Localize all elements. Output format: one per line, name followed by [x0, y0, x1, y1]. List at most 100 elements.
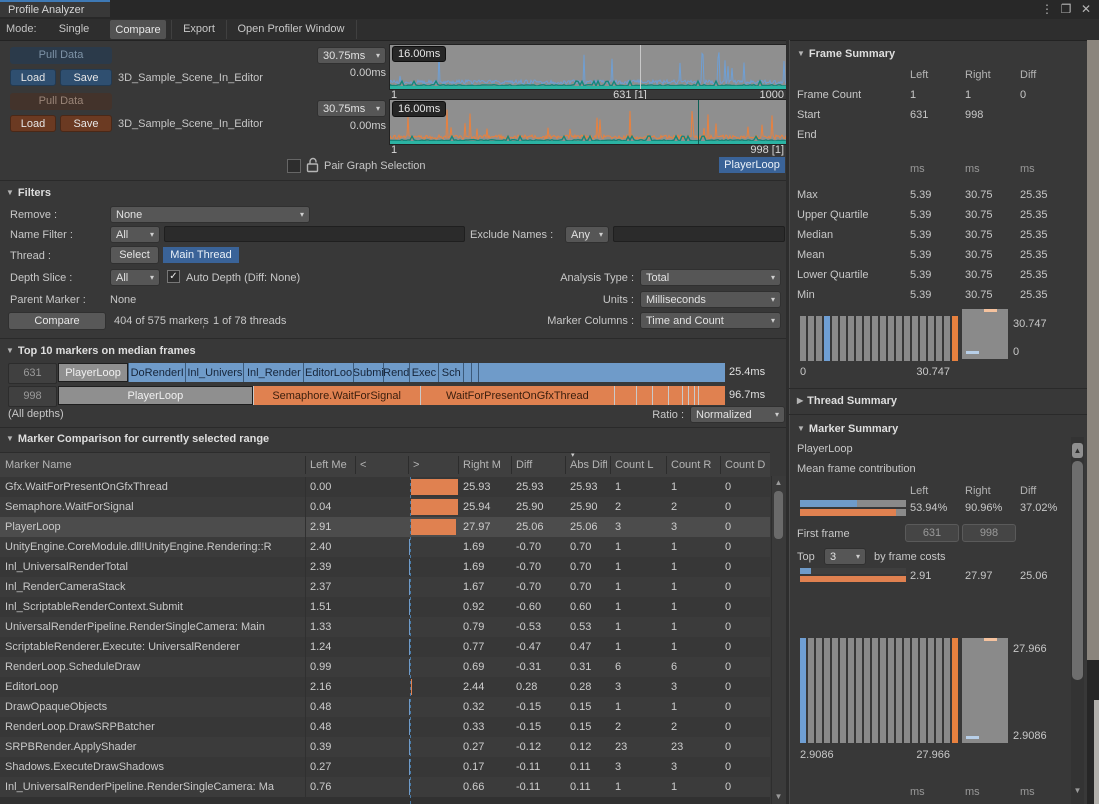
histogram-bucket[interactable] — [808, 316, 814, 361]
marker-comparison-header[interactable]: ▼Marker Comparison for currently selecte… — [6, 433, 269, 445]
column-header-count-r[interactable]: Count R — [671, 459, 717, 471]
mode-single-button[interactable]: Single — [44, 23, 104, 35]
column-header-count-d[interactable]: Count D — [725, 459, 767, 471]
histogram-bucket[interactable] — [840, 316, 846, 361]
histogram-bucket[interactable] — [920, 638, 926, 743]
column-header-diff[interactable]: Diff — [516, 459, 562, 471]
frame-time-graph-left[interactable] — [389, 44, 787, 90]
table-row[interactable]: Gfx.WaitForPresentOnGfxThread0.0025.9325… — [0, 477, 770, 497]
histogram-bucket[interactable] — [816, 316, 822, 361]
table-row[interactable]: RenderLoop.ScheduleDraw0.990.69-0.310.31… — [0, 657, 770, 677]
histogram-bucket[interactable] — [848, 638, 854, 743]
histogram-bucket[interactable] — [816, 638, 822, 743]
open-profiler-button[interactable]: Open Profiler Window — [230, 23, 352, 35]
top10-segment[interactable]: PlayerLoop — [58, 363, 128, 382]
pull-data-left-button[interactable]: Pull Data — [10, 47, 112, 64]
histogram-bucket[interactable] — [912, 316, 918, 361]
load-right-button[interactable]: Load — [10, 115, 56, 132]
table-row[interactable]: Semaphore.WaitForSignal0.0425.9425.9025.… — [0, 497, 770, 517]
top10-segment-unlabeled[interactable] — [668, 386, 683, 405]
histogram-bucket[interactable] — [952, 316, 958, 361]
histogram-bucket[interactable] — [832, 316, 838, 361]
histogram-bucket[interactable] — [936, 638, 942, 743]
table-row[interactable]: RenderLoop.DrawSRPBatcher0.480.33-0.150.… — [0, 717, 770, 737]
top-n-dropdown[interactable]: 3▾ — [824, 548, 866, 565]
save-right-button[interactable]: Save — [60, 115, 112, 132]
top10-header[interactable]: ▼Top 10 markers on median frames — [6, 345, 196, 357]
frame-summary-header[interactable]: ▼Frame Summary — [797, 48, 895, 60]
table-row[interactable]: Inl_UniversalRenderTotal2.391.69-0.700.7… — [0, 557, 770, 577]
top10-segment[interactable]: Rend — [383, 363, 409, 382]
histogram-bucket[interactable] — [824, 638, 830, 743]
analysis-type-dropdown[interactable]: Total▾ — [640, 269, 781, 286]
top10-segment-unlabeled[interactable] — [636, 386, 653, 405]
histogram-bucket[interactable] — [880, 638, 886, 743]
top10-segment[interactable]: Exec — [409, 363, 438, 382]
panel-splitter[interactable] — [786, 40, 790, 804]
exclude-names-dropdown[interactable]: Any▾ — [565, 226, 609, 243]
first-frame-left-button[interactable]: 631 — [905, 524, 959, 542]
exclude-names-input[interactable] — [613, 226, 785, 242]
load-left-button[interactable]: Load — [10, 69, 56, 86]
histogram-bucket[interactable] — [808, 638, 814, 743]
table-row[interactable]: Inl_UniversalRenderPipeline.RenderSingle… — [0, 777, 770, 797]
column-header-abs-diff[interactable]: Abs Diff — [570, 459, 607, 471]
name-filter-input[interactable] — [164, 226, 465, 242]
window-menu-icon[interactable]: ⋮ — [1040, 2, 1054, 16]
thread-value-chip[interactable]: Main Thread — [163, 247, 239, 263]
auto-depth-checkbox[interactable]: ✓ — [167, 270, 180, 283]
top10-segment[interactable]: EditorLoo — [303, 363, 352, 382]
table-row[interactable]: EditorLoop2.162.440.280.28330 — [0, 677, 770, 697]
table-row[interactable]: Inl_RenderCameraStack2.371.67-0.700.7011… — [0, 577, 770, 597]
scroll-up-button[interactable]: ▲ — [1072, 443, 1083, 458]
save-left-button[interactable]: Save — [60, 69, 112, 86]
top10-segment[interactable]: Inl_Render — [243, 363, 303, 382]
export-button[interactable]: Export — [175, 23, 223, 35]
histogram-bucket[interactable] — [888, 638, 894, 743]
top10-segment[interactable]: PlayerLoop — [58, 386, 253, 405]
scroll-down-icon[interactable]: ▼ — [1072, 786, 1083, 795]
column-header-marker-name[interactable]: Marker Name — [5, 459, 302, 471]
histogram-bucket[interactable] — [920, 316, 926, 361]
column-header-left-me[interactable]: Left Me — [310, 459, 352, 471]
top10-segment-unlabeled[interactable] — [698, 386, 725, 405]
table-row[interactable]: Shadows.ExecuteDrawShadows0.270.17-0.110… — [0, 757, 770, 777]
marker-summary-histogram[interactable] — [800, 638, 958, 743]
scroll-up-icon[interactable]: ▲ — [772, 478, 785, 487]
table-row[interactable]: ScriptableRenderer.Execute: UniversalRen… — [0, 637, 770, 657]
top10-segment[interactable]: WaitForPresentOnGfxThread — [420, 386, 615, 405]
histogram-bucket[interactable] — [904, 316, 910, 361]
top10-segment-unlabeled[interactable] — [652, 386, 667, 405]
histogram-bucket[interactable] — [800, 316, 806, 361]
column-header-count-l[interactable]: Count L — [615, 459, 663, 471]
table-row[interactable]: DrawOpaqueObjects0.480.32-0.150.15110 — [0, 697, 770, 717]
depth-slice-dropdown[interactable]: All▾ — [110, 269, 160, 286]
table-row[interactable]: SRPBRender.ApplyShader0.390.27-0.120.122… — [0, 737, 770, 757]
maximize-icon[interactable]: ❐ — [1058, 2, 1074, 16]
top10-frame-number[interactable]: 631 — [8, 363, 57, 384]
window-tab[interactable]: Profile Analyzer — [0, 0, 110, 17]
histogram-bucket[interactable] — [944, 638, 950, 743]
scroll-down-icon[interactable]: ▼ — [772, 792, 785, 801]
histogram-bucket[interactable] — [936, 316, 942, 361]
histogram-bucket[interactable] — [848, 316, 854, 361]
first-frame-right-button[interactable]: 998 — [962, 524, 1016, 542]
histogram-bucket[interactable] — [944, 316, 950, 361]
comparison-scrollbar-thumb[interactable] — [774, 491, 783, 539]
graph1-range-dropdown[interactable]: 30.75ms▾ — [317, 47, 386, 64]
histogram-bucket[interactable] — [896, 316, 902, 361]
histogram-bucket[interactable] — [824, 316, 830, 361]
histogram-bucket[interactable] — [872, 638, 878, 743]
histogram-bucket[interactable] — [856, 316, 862, 361]
top10-marker-bar[interactable]: PlayerLoopSemaphore.WaitForSignalWaitFor… — [58, 386, 725, 405]
frame-summary-histogram[interactable] — [800, 316, 958, 361]
remove-dropdown[interactable]: None▾ — [110, 206, 310, 223]
histogram-bucket[interactable] — [888, 316, 894, 361]
top10-segment[interactable]: Semaphore.WaitForSignal — [253, 386, 420, 405]
table-row[interactable]: PlayerLoop2.9127.9725.0625.06330 — [0, 517, 770, 537]
graph-selection-chip[interactable]: PlayerLoop — [719, 157, 785, 173]
histogram-bucket[interactable] — [880, 316, 886, 361]
histogram-bucket[interactable] — [856, 638, 862, 743]
histogram-bucket[interactable] — [872, 316, 878, 361]
top10-frame-number[interactable]: 998 — [8, 386, 57, 407]
